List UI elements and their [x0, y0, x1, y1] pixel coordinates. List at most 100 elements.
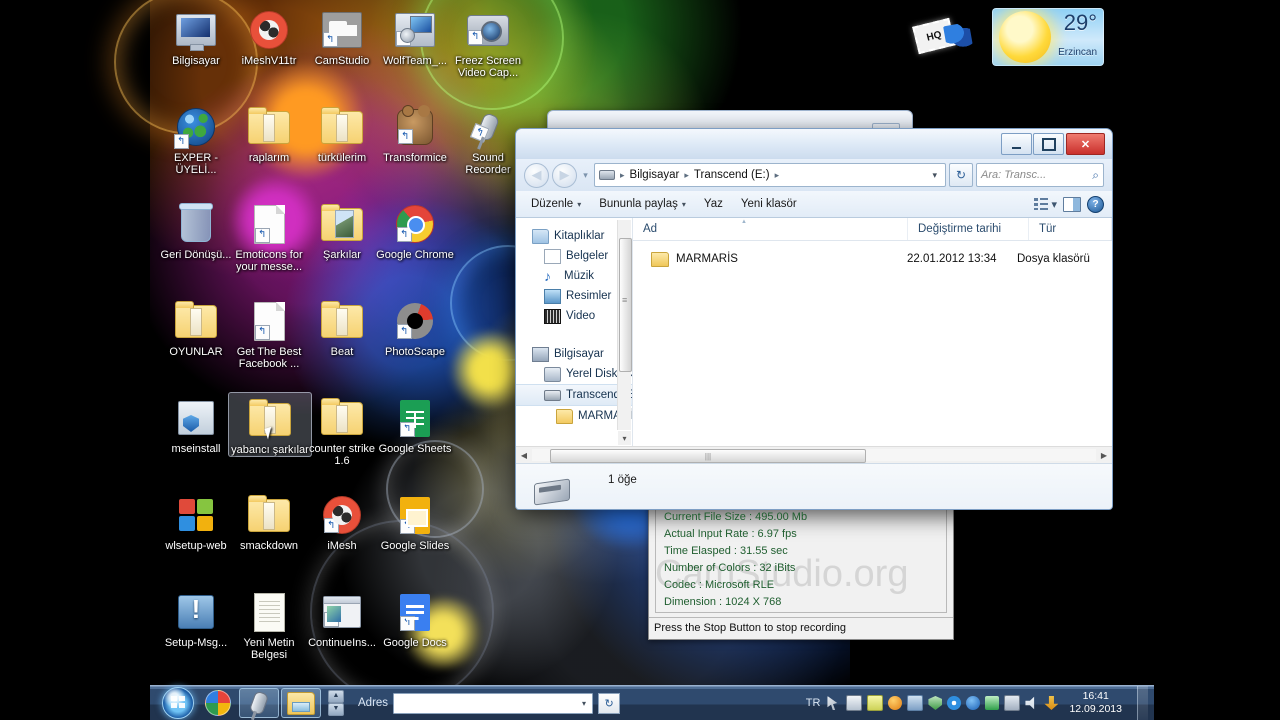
preview-pane-icon[interactable] — [1063, 196, 1081, 212]
breadcrumb-separator[interactable]: ▸ — [774, 170, 781, 181]
desktop-icon-google-slides[interactable]: Google Slides — [374, 489, 456, 552]
volume-icon[interactable] — [1025, 696, 1035, 710]
navpane-item-belgeler[interactable]: Belgeler — [516, 246, 632, 266]
share-with-button[interactable]: Bununla paylaş ▾ — [590, 194, 695, 214]
navpane-item-resimler[interactable]: Resimler — [516, 286, 632, 306]
explorer-window[interactable]: ✕ ◀ ▶ ▾ ▸ Bilgisayar ▸ Transcend (E:) ▸ … — [515, 128, 1113, 510]
navpane-item-video[interactable]: Video — [516, 306, 632, 326]
desktop-icon-google-docs[interactable]: Google Docs — [374, 586, 456, 649]
horizontal-scrollbar[interactable]: ◀ ||| ▶ — [516, 446, 1112, 463]
weather-gadget[interactable]: 29° Erzincan — [992, 8, 1104, 66]
file-list[interactable]: Ad Değiştirme tarihi Tür MARMARİS 22.01.… — [633, 218, 1112, 446]
camstudio-recording-panel[interactable]: CamStudio.org Current File Size : 495.00… — [648, 500, 954, 640]
column-header-date[interactable]: Değiştirme tarihi — [908, 218, 1029, 240]
navpane-scrollbar[interactable] — [617, 220, 632, 430]
search-box[interactable]: Ara: Transc... ⌕ — [976, 163, 1104, 187]
desktop-icon-geri-donusum[interactable]: Geri Dönüşü... — [155, 198, 237, 261]
address-bar[interactable]: ▸ Bilgisayar ▸ Transcend (E:) ▸ ▾ — [594, 163, 946, 187]
back-button[interactable]: ◀ — [524, 162, 549, 188]
desktop-icon-beat[interactable]: Beat — [301, 295, 383, 358]
explorer-titlebar[interactable]: ✕ — [516, 129, 1112, 159]
desktop-icon-google-sheets[interactable]: Google Sheets — [374, 392, 456, 455]
minimize-button[interactable] — [1001, 133, 1032, 155]
desktop-icon-setup-msg[interactable]: Setup-Msg... — [155, 586, 237, 649]
taskbar-pin-sound-recorder[interactable] — [239, 688, 279, 718]
language-indicator[interactable]: TR — [804, 697, 823, 709]
desktop-icon-bilgisayar[interactable]: Bilgisayar — [155, 4, 237, 67]
view-options-button[interactable]: ▾ — [1034, 198, 1057, 211]
column-header-type[interactable]: Tür — [1029, 218, 1112, 240]
desktop-icon-yabanci-sarkilar[interactable]: yabancı şarkılar — [228, 392, 312, 457]
go-refresh-icon[interactable]: ↻ — [598, 692, 621, 714]
navpane-item-kitapliklar[interactable]: Kitaplıklar — [516, 226, 632, 246]
scrollbar-thumb[interactable]: ||| — [550, 449, 866, 463]
show-desktop-button[interactable] — [1137, 686, 1148, 720]
maximize-button[interactable] — [1033, 133, 1064, 155]
desktop-icon-emoticons[interactable]: Emoticons for your messe... — [228, 198, 310, 273]
taskbar-pin-color-wheel[interactable] — [199, 689, 237, 717]
taskbar-pin-explorer[interactable] — [281, 688, 321, 718]
security-shield-icon[interactable] — [928, 696, 943, 710]
desktop-icon-imeshv11tr[interactable]: iMeshV11tr — [228, 4, 310, 67]
navpane-scroll-down-button[interactable]: ▾ — [618, 431, 631, 445]
desktop-icon-turkulerim[interactable]: türkülerim — [301, 101, 383, 164]
desktop-icon-camstudio[interactable]: CamStudio — [301, 4, 383, 67]
help-icon[interactable]: ? — [1087, 195, 1104, 213]
desktop-icon-imesh[interactable]: iMesh — [301, 489, 383, 552]
navpane-item-muzik[interactable]: Müzik — [516, 266, 632, 286]
forward-button[interactable]: ▶ — [552, 162, 577, 188]
toolbar-scroll-buttons[interactable]: ▲ ▼ — [328, 690, 344, 716]
organize-button[interactable]: Düzenle ▾ — [522, 194, 590, 214]
orange-icon[interactable] — [888, 696, 903, 710]
display-icon[interactable] — [846, 695, 863, 711]
desktop-icon-transformice[interactable]: Transformice — [374, 101, 456, 164]
chevron-down-icon[interactable]: ▾ — [578, 699, 590, 708]
desktop-icon-get-the-best-facebook[interactable]: Get The Best Facebook ... — [228, 295, 310, 370]
scroll-right-button[interactable]: ▶ — [1096, 451, 1112, 460]
desktop-icon-sarkilar[interactable]: Şarkılar — [301, 198, 383, 261]
navpane-item-bilgisayar[interactable]: Bilgisayar — [516, 344, 632, 364]
table-row[interactable]: MARMARİS 22.01.2012 13:34 Dosya klasörü — [633, 248, 1112, 270]
note-icon[interactable] — [867, 695, 884, 711]
scrollbar-track[interactable]: ||| — [532, 449, 1096, 463]
navpane-item-marmaris[interactable]: MARMARİS — [516, 406, 632, 426]
update-icon[interactable] — [907, 695, 924, 711]
scroll-left-button[interactable]: ◀ — [516, 451, 532, 460]
bluetooth-b-icon[interactable] — [966, 696, 981, 710]
scroll-up-button[interactable]: ▲ — [328, 690, 344, 703]
desktop-icon-raplarim[interactable]: raplarım — [228, 101, 310, 164]
breadcrumb-item-transcend[interactable]: Transcend (E:) — [692, 168, 772, 182]
desktop-icon-counter-strike[interactable]: counter strike 1.6 — [301, 392, 383, 467]
navpane-scrollbar-thumb[interactable] — [619, 238, 632, 372]
close-button[interactable]: ✕ — [1066, 133, 1105, 155]
navpane-item-transcend[interactable]: Transcend (E — [516, 384, 632, 406]
recent-pages-chevron-icon[interactable]: ▾ — [580, 170, 591, 181]
desktop-icon-photoscape[interactable]: PhotoScape — [374, 295, 456, 358]
navpane-item-yerel-disk[interactable]: Yerel Disk (C: — [516, 364, 632, 384]
desktop-icon-exper-uyeli[interactable]: EXPER - ÜYELİ... — [155, 101, 237, 176]
windows-start-orb[interactable] — [162, 687, 194, 719]
battery-icon[interactable] — [1004, 695, 1021, 711]
pointer-icon[interactable] — [827, 696, 838, 710]
desktop-icon-wolfteam[interactable]: WolfTeam_... — [374, 4, 456, 67]
desktop-icon-smackdown[interactable]: smackdown — [228, 489, 310, 552]
scroll-down-button[interactable]: ▼ — [328, 703, 344, 716]
search-input[interactable]: Ara: Transc... — [981, 169, 1092, 181]
desktop-icon-freez-screen[interactable]: Freez Screen Video Cap... — [447, 4, 529, 79]
address-toolbar-input[interactable]: ▾ — [393, 692, 594, 714]
clock[interactable]: 16:41 12.09.2013 — [1063, 690, 1130, 716]
desktop-icon-continueins[interactable]: ContinueIns... — [301, 586, 383, 649]
refresh-icon[interactable]: ↻ — [949, 163, 973, 187]
desktop-icon-mseinstall[interactable]: mseinstall — [155, 392, 237, 455]
download-arrow-icon[interactable] — [1044, 696, 1059, 710]
column-header-name[interactable]: Ad — [633, 218, 908, 240]
desktop-icon-yeni-metin-belgesi[interactable]: Yeni Metin Belgesi — [228, 586, 310, 661]
disc-icon[interactable] — [947, 696, 962, 710]
new-folder-button[interactable]: Yeni klasör — [732, 194, 806, 214]
breadcrumb-item-bilgisayar[interactable]: Bilgisayar — [628, 168, 682, 182]
desktop-icon-oyunlar[interactable]: OYUNLAR — [155, 295, 237, 358]
desktop-icon-google-chrome[interactable]: Google Chrome — [374, 198, 456, 261]
desktop-icon-wlsetup-web[interactable]: wlsetup-web — [155, 489, 237, 552]
burn-button[interactable]: Yaz — [695, 194, 732, 214]
network-icon[interactable] — [985, 696, 1000, 710]
